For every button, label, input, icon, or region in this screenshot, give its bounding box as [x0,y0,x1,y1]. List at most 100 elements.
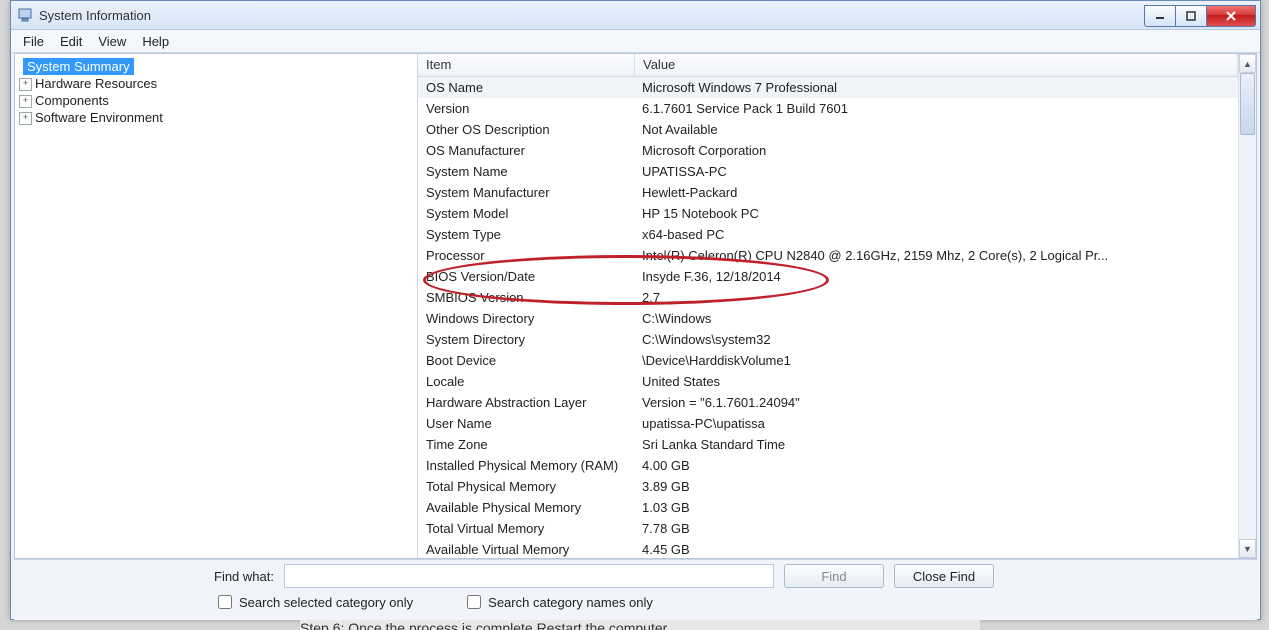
list-row[interactable]: Version6.1.7601 Service Pack 1 Build 760… [418,98,1238,119]
row-value: UPATISSA-PC [634,161,1238,182]
list-row[interactable]: Other OS DescriptionNot Available [418,119,1238,140]
row-item: Available Physical Memory [418,497,634,518]
row-item: SMBIOS Version [418,287,634,308]
row-value: Sri Lanka Standard Time [634,434,1238,455]
list-row[interactable]: ProcessorIntel(R) Celeron(R) CPU N2840 @… [418,245,1238,266]
scroll-track[interactable] [1239,73,1256,539]
list-row[interactable]: Installed Physical Memory (RAM)4.00 GB [418,455,1238,476]
list-row[interactable]: BIOS Version/DateInsyde F.36, 12/18/2014 [418,266,1238,287]
row-item: User Name [418,413,634,434]
scroll-down-icon[interactable]: ▼ [1239,539,1256,558]
expand-icon[interactable]: + [19,95,32,108]
row-item: Version [418,98,634,119]
row-item: Time Zone [418,434,634,455]
list-row[interactable]: System NameUPATISSA-PC [418,161,1238,182]
category-tree[interactable]: System Summary + Hardware Resources + Co… [15,54,418,558]
list-row[interactable]: Windows DirectoryC:\Windows [418,308,1238,329]
tree-hardware-resources[interactable]: + Hardware Resources [15,75,417,92]
list-row[interactable]: Hardware Abstraction LayerVersion = "6.1… [418,392,1238,413]
list-row[interactable]: Available Physical Memory1.03 GB [418,497,1238,518]
row-value: Version = "6.1.7601.24094" [634,392,1238,413]
find-button[interactable]: Find [784,564,884,588]
list-row[interactable]: Available Virtual Memory4.45 GB [418,539,1238,557]
row-value: 7.78 GB [634,518,1238,539]
vertical-scrollbar[interactable]: ▲ ▼ [1238,54,1256,558]
row-value: 3.89 GB [634,476,1238,497]
tree-system-summary[interactable]: System Summary [23,58,134,75]
row-item: Total Physical Memory [418,476,634,497]
tree-components[interactable]: + Components [15,92,417,109]
row-value: HP 15 Notebook PC [634,203,1238,224]
menu-file[interactable]: File [15,32,52,51]
row-item: System Name [418,161,634,182]
list-header: Item Value [418,54,1238,77]
scroll-up-icon[interactable]: ▲ [1239,54,1256,73]
search-names-checkbox[interactable]: Search category names only [463,592,653,612]
list-row[interactable]: System ManufacturerHewlett-Packard [418,182,1238,203]
row-value: Microsoft Corporation [634,140,1238,161]
row-item: OS Name [418,77,634,98]
row-item: System Manufacturer [418,182,634,203]
list-row[interactable]: Time ZoneSri Lanka Standard Time [418,434,1238,455]
row-value: Intel(R) Celeron(R) CPU N2840 @ 2.16GHz,… [634,245,1238,266]
header-item[interactable]: Item [418,54,635,76]
checkbox-icon[interactable] [467,595,481,609]
row-item: Installed Physical Memory (RAM) [418,455,634,476]
details-list[interactable]: Item Value OS NameMicrosoft Windows 7 Pr… [418,54,1238,558]
row-item: Locale [418,371,634,392]
row-value: Insyde F.36, 12/18/2014 [634,266,1238,287]
list-row[interactable]: OS ManufacturerMicrosoft Corporation [418,140,1238,161]
row-value: \Device\HarddiskVolume1 [634,350,1238,371]
menu-view[interactable]: View [90,32,134,51]
app-icon [17,7,33,23]
list-rows[interactable]: OS NameMicrosoft Windows 7 ProfessionalV… [418,77,1238,557]
details-pane: Item Value OS NameMicrosoft Windows 7 Pr… [418,54,1256,558]
list-row[interactable]: Total Physical Memory3.89 GB [418,476,1238,497]
close-find-button[interactable]: Close Find [894,564,994,588]
list-row[interactable]: OS NameMicrosoft Windows 7 Professional [418,77,1238,98]
list-row[interactable]: SMBIOS Version2.7 [418,287,1238,308]
row-value: United States [634,371,1238,392]
row-item: Boot Device [418,350,634,371]
search-selected-checkbox[interactable]: Search selected category only [214,592,413,612]
row-item: BIOS Version/Date [418,266,634,287]
system-information-window: System Information File Edit View Help S… [10,0,1261,620]
row-value: Not Available [634,119,1238,140]
row-value: x64-based PC [634,224,1238,245]
row-value: upatissa-PC\upatissa [634,413,1238,434]
row-value: 1.03 GB [634,497,1238,518]
expand-icon[interactable]: + [19,112,32,125]
row-value: C:\Windows\system32 [634,329,1238,350]
list-row[interactable]: System ModelHP 15 Notebook PC [418,203,1238,224]
row-item: Hardware Abstraction Layer [418,392,634,413]
list-row[interactable]: Boot Device\Device\HarddiskVolume1 [418,350,1238,371]
scroll-thumb[interactable] [1240,73,1255,135]
row-item: Windows Directory [418,308,634,329]
row-value: 4.00 GB [634,455,1238,476]
close-button[interactable] [1207,5,1256,27]
checkbox-label: Search selected category only [239,595,413,610]
list-row[interactable]: LocaleUnited States [418,371,1238,392]
tree-item-label: Hardware Resources [35,76,157,91]
find-label: Find what: [214,569,274,584]
list-row[interactable]: System DirectoryC:\Windows\system32 [418,329,1238,350]
checkbox-icon[interactable] [218,595,232,609]
header-value[interactable]: Value [635,54,1238,76]
list-row[interactable]: Total Virtual Memory7.78 GB [418,518,1238,539]
list-row[interactable]: System Typex64-based PC [418,224,1238,245]
tree-item-label: Software Environment [35,110,163,125]
window-title: System Information [39,8,1144,23]
row-value: Microsoft Windows 7 Professional [634,77,1238,98]
checkbox-label: Search category names only [488,595,653,610]
tree-software-environment[interactable]: + Software Environment [15,109,417,126]
titlebar[interactable]: System Information [11,1,1260,30]
maximize-button[interactable] [1176,5,1207,27]
row-item: System Type [418,224,634,245]
find-input[interactable] [284,564,774,588]
row-item: Available Virtual Memory [418,539,634,557]
list-row[interactable]: User Nameupatissa-PC\upatissa [418,413,1238,434]
menu-edit[interactable]: Edit [52,32,90,51]
minimize-button[interactable] [1144,5,1176,27]
expand-icon[interactable]: + [19,78,32,91]
menu-help[interactable]: Help [134,32,177,51]
